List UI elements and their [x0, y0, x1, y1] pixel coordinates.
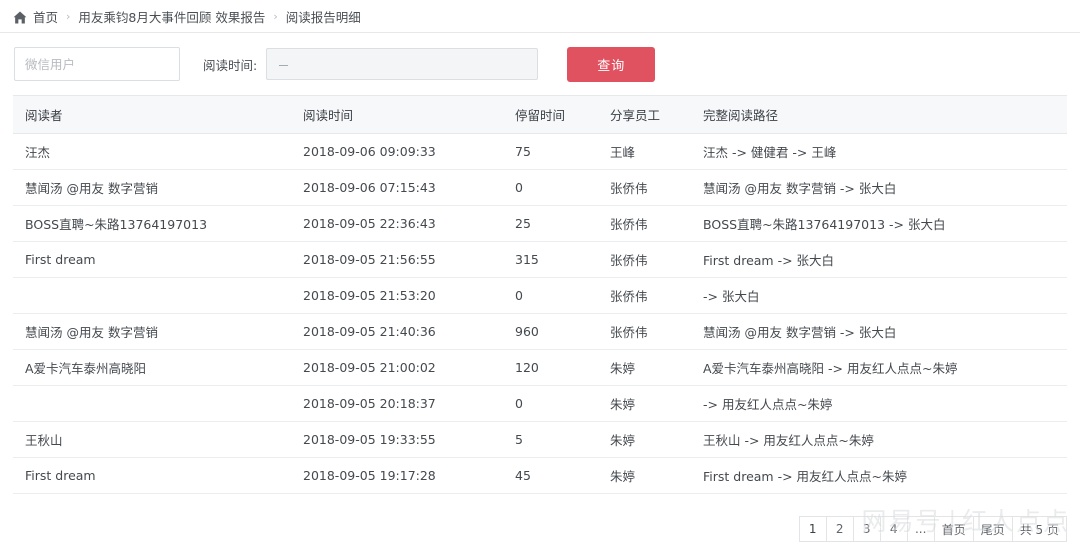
pagination-page-1[interactable]: 1	[798, 516, 826, 542]
cell-full_path: 慧闻汤 @用友 数字营销 -> 张大白	[691, 169, 1067, 206]
cell-read_time: 2018-09-06 07:15:43	[291, 169, 503, 206]
cell-reader: BOSS直聘~朱路13764197013	[13, 205, 291, 242]
cell-reader: A爱卡汽车泰州高晓阳	[13, 349, 291, 386]
table-head: 阅读者 阅读时间 停留时间 分享员工 完整阅读路径	[13, 95, 1067, 134]
cell-read_time: 2018-09-05 21:56:55	[291, 241, 503, 278]
cell-full_path: 王秋山 -> 用友红人点点~朱婷	[691, 421, 1067, 458]
pagination-ellipsis: ...	[906, 516, 934, 542]
cell-share_employee: 朱婷	[598, 385, 691, 422]
wechat-user-input[interactable]	[14, 47, 180, 81]
cell-read_time: 2018-09-05 19:33:55	[291, 421, 503, 458]
cell-full_path: -> 张大白	[691, 277, 1067, 314]
cell-stay_time: 315	[503, 241, 598, 278]
read-report-table: 阅读者 阅读时间 停留时间 分享员工 完整阅读路径 汪杰 2018-09-06 0…	[13, 95, 1067, 494]
read-time-label: 阅读时间:	[203, 57, 258, 73]
pagination: 1 2 3 4... 首页 尾页共 5 页	[798, 516, 1067, 542]
cell-share_employee: 张侨伟	[598, 313, 691, 350]
pagination-page-3[interactable]: 3	[852, 516, 880, 542]
cell-stay_time: 25	[503, 205, 598, 242]
breadcrumb-item-report[interactable]: 用友乘钧8月大事件回顾 效果报告	[78, 7, 265, 26]
cell-reader: 王秋山	[13, 421, 291, 458]
cell-share_employee: 王峰	[598, 133, 691, 170]
table-body: 汪杰 2018-09-06 09:09:33 75 王峰 汪杰 -> 健健君 -> 王峰…	[13, 133, 1067, 494]
cell-read_time: 2018-09-05 22:36:43	[291, 205, 503, 242]
column-header-read-time: 阅读时间	[291, 95, 503, 134]
cell-share_employee: 朱婷	[598, 349, 691, 386]
cell-stay_time: 45	[503, 457, 598, 494]
cell-full_path: 汪杰 -> 健健君 -> 王峰	[691, 133, 1067, 170]
pagination-page-4[interactable]: 4	[879, 516, 907, 542]
filter-bar: 阅读时间: － 查询	[0, 33, 1080, 95]
table-row[interactable]: BOSS直聘~朱路13764197013 2018-09-05 22:36:43 2…	[13, 205, 1067, 242]
pagination-total-pages: 共 5 页	[1011, 516, 1067, 542]
cell-reader: 慧闻汤 @用友 数字营销	[13, 169, 291, 206]
cell-share_employee: 张侨伟	[598, 205, 691, 242]
cell-stay_time: 0	[503, 385, 598, 422]
breadcrumb-separator-2: ›	[273, 9, 278, 23]
table-row[interactable]: 王秋山 2018-09-05 19:33:55 5 朱婷 王秋山 -> 用友红人点点~朱…	[13, 421, 1067, 458]
cell-share_employee: 朱婷	[598, 421, 691, 458]
pagination-last-page[interactable]: 尾页	[972, 516, 1012, 542]
cell-reader	[13, 385, 291, 422]
cell-stay_time: 120	[503, 349, 598, 386]
cell-full_path: A爱卡汽车泰州高晓阳 -> 用友红人点点~朱婷	[691, 349, 1067, 386]
table-row[interactable]: 2018-09-05 20:18:37 0 朱婷 -> 用友红人点点~朱婷	[13, 385, 1067, 422]
column-header-reader: 阅读者	[13, 95, 291, 134]
read-time-range-input[interactable]: －	[266, 48, 539, 80]
breadcrumb-item-home[interactable]: 首页	[33, 7, 58, 26]
table-row[interactable]: 汪杰 2018-09-06 09:09:33 75 王峰 汪杰 -> 健健君 -> 王峰	[13, 133, 1067, 170]
table-row[interactable]: First dream 2018-09-05 21:56:55 315 张侨伟 Firs…	[13, 241, 1067, 278]
table-header-row: 阅读者 阅读时间 停留时间 分享员工 完整阅读路径	[13, 95, 1067, 134]
breadcrumb-item-current: 阅读报告明细	[285, 9, 361, 25]
cell-reader: 汪杰	[13, 133, 291, 170]
pagination-first-page[interactable]: 首页	[933, 516, 973, 542]
cell-full_path: First dream -> 张大白	[691, 241, 1067, 278]
cell-share_employee: 朱婷	[598, 457, 691, 494]
page-root: 首页 › 用友乘钧8月大事件回顾 效果报告 › 阅读报告明细 阅读时间: － 查…	[0, 0, 1080, 544]
column-header-stay-time: 停留时间	[503, 95, 598, 134]
cell-stay_time: 5	[503, 421, 598, 458]
pagination-page-2[interactable]: 2	[825, 516, 853, 542]
cell-read_time: 2018-09-05 21:00:02	[291, 349, 503, 386]
cell-read_time: 2018-09-05 21:53:20	[291, 277, 503, 314]
column-header-full-path: 完整阅读路径	[691, 95, 1067, 134]
table-row[interactable]: First dream 2018-09-05 19:17:28 45 朱婷 First …	[13, 457, 1067, 494]
home-icon[interactable]	[13, 11, 27, 24]
cell-share_employee: 张侨伟	[598, 241, 691, 278]
cell-share_employee: 张侨伟	[598, 277, 691, 314]
column-header-share-employee: 分享员工	[598, 95, 691, 134]
cell-full_path: BOSS直聘~朱路13764197013 -> 张大白	[691, 205, 1067, 242]
cell-stay_time: 0	[503, 277, 598, 314]
breadcrumb: 首页 › 用友乘钧8月大事件回顾 效果报告 › 阅读报告明细	[0, 0, 1080, 33]
table-row[interactable]: 2018-09-05 21:53:20 0 张侨伟 -> 张大白	[13, 277, 1067, 314]
cell-reader: First dream	[13, 241, 291, 278]
query-button[interactable]: 查询	[567, 46, 656, 82]
cell-stay_time: 75	[503, 133, 598, 170]
cell-read_time: 2018-09-05 21:40:36	[291, 313, 503, 350]
cell-stay_time: 0	[503, 169, 598, 206]
cell-full_path: 慧闻汤 @用友 数字营销 -> 张大白	[691, 313, 1067, 350]
cell-read_time: 2018-09-05 19:17:28	[291, 457, 503, 494]
table-row[interactable]: A爱卡汽车泰州高晓阳 2018-09-05 21:00:02 120 朱婷 A爱卡汽车泰…	[13, 349, 1067, 386]
cell-read_time: 2018-09-05 20:18:37	[291, 385, 503, 422]
cell-reader	[13, 277, 291, 314]
table-container: 阅读者 阅读时间 停留时间 分享员工 完整阅读路径 汪杰 2018-09-06 0…	[0, 95, 1080, 494]
cell-share_employee: 张侨伟	[598, 169, 691, 206]
cell-reader: First dream	[13, 457, 291, 494]
cell-reader: 慧闻汤 @用友 数字营销	[13, 313, 291, 350]
cell-full_path: First dream -> 用友红人点点~朱婷	[691, 457, 1067, 494]
cell-stay_time: 960	[503, 313, 598, 350]
breadcrumb-separator-1: ›	[66, 9, 71, 23]
table-row[interactable]: 慧闻汤 @用友 数字营销 2018-09-06 07:15:43 0 张侨伟 慧闻汤 @…	[13, 169, 1067, 206]
cell-full_path: -> 用友红人点点~朱婷	[691, 385, 1067, 422]
table-row[interactable]: 慧闻汤 @用友 数字营销 2018-09-05 21:40:36 960 张侨伟 慧闻汤…	[13, 313, 1067, 350]
cell-read_time: 2018-09-06 09:09:33	[291, 133, 503, 170]
